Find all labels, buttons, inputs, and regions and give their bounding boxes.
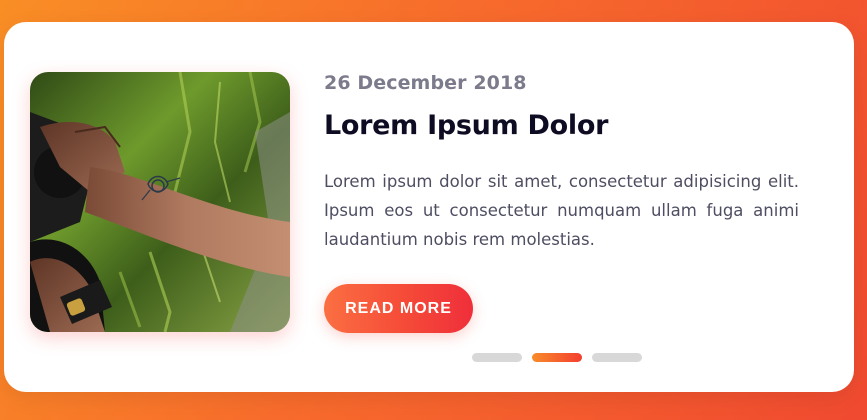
post-date: 26 December 2018 (324, 72, 527, 94)
slider-dot-3[interactable] (592, 353, 642, 362)
post-excerpt: Lorem ipsum dolor sit amet, consectetur … (324, 172, 799, 249)
post-image (30, 72, 290, 332)
slider-dot-1[interactable] (472, 353, 522, 362)
post-title: Lorem Ipsum Dolor (324, 110, 609, 141)
photo-illustration (30, 72, 290, 332)
read-more-button[interactable]: READ MORE (324, 284, 473, 333)
blog-slider-card: 26 December 2018 Lorem Ipsum Dolor Lorem… (4, 22, 854, 392)
slider-dot-2[interactable] (532, 353, 582, 362)
slider-pagination (472, 353, 642, 362)
